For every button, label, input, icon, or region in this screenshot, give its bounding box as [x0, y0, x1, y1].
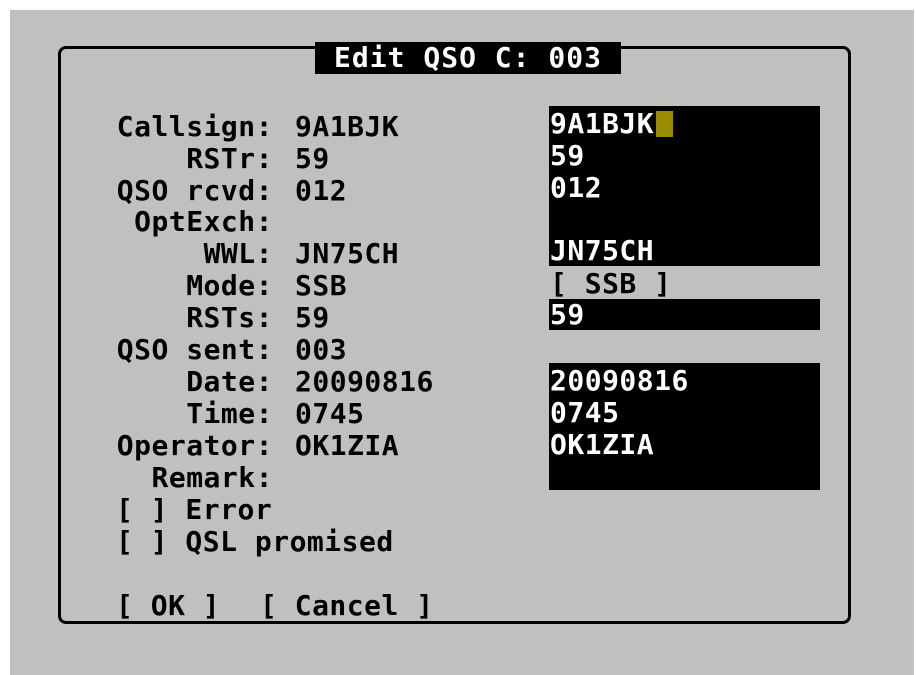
- qso-sent-label: QSO sent:: [116, 333, 273, 366]
- dialog-title: Edit QSO C: 003: [315, 41, 621, 74]
- qso-rcvd-value: 012: [295, 174, 348, 207]
- rstr-value: 59: [295, 142, 330, 175]
- time-value: 0745: [295, 397, 365, 430]
- error-checkbox[interactable]: [ ] Error: [116, 494, 272, 525]
- date-label: Date:: [186, 365, 273, 398]
- qso-sent-value: 003: [295, 333, 348, 366]
- operator-label: Operator:: [116, 429, 273, 462]
- wwl-label: WWL:: [203, 237, 273, 270]
- wwl-input[interactable]: JN75CH: [550, 235, 654, 266]
- rsts-input-block[interactable]: [549, 299, 820, 330]
- date-value: 20090816: [295, 365, 434, 398]
- qsl-promised-checkbox[interactable]: [ ] QSL promised: [116, 526, 394, 557]
- time-input[interactable]: 0745: [550, 397, 619, 428]
- operator-value: OK1ZIA: [295, 429, 400, 462]
- callsign-input-text: 9A1BJK: [550, 107, 655, 140]
- qso-rcvd-label: QSO rcvd:: [116, 174, 273, 207]
- mode-label: Mode:: [186, 269, 273, 302]
- text-cursor: [656, 111, 674, 137]
- cancel-button[interactable]: [ Cancel ]: [260, 590, 434, 621]
- rstr-label: RSTr:: [186, 142, 273, 175]
- rsts-input[interactable]: 59: [550, 299, 585, 330]
- time-label: Time:: [186, 397, 273, 430]
- remark-label: Remark:: [151, 461, 273, 494]
- qso-rcvd-input[interactable]: 012: [550, 172, 602, 203]
- callsign-value: 9A1BJK: [295, 110, 400, 143]
- operator-input[interactable]: OK1ZIA: [550, 429, 654, 460]
- mode-selector[interactable]: [ SSB ]: [550, 268, 672, 299]
- rstr-input[interactable]: 59: [550, 140, 585, 171]
- date-input[interactable]: 20090816: [550, 365, 689, 396]
- wwl-value: JN75CH: [295, 237, 400, 270]
- ok-button[interactable]: [ OK ]: [116, 590, 220, 621]
- mode-value: SSB: [295, 269, 348, 302]
- rsts-label: RSTs:: [186, 301, 273, 334]
- optexch-label: OptExch:: [134, 205, 273, 238]
- callsign-label: Callsign:: [116, 110, 273, 143]
- callsign-input[interactable]: 9A1BJK: [550, 107, 674, 140]
- rsts-value: 59: [295, 301, 330, 334]
